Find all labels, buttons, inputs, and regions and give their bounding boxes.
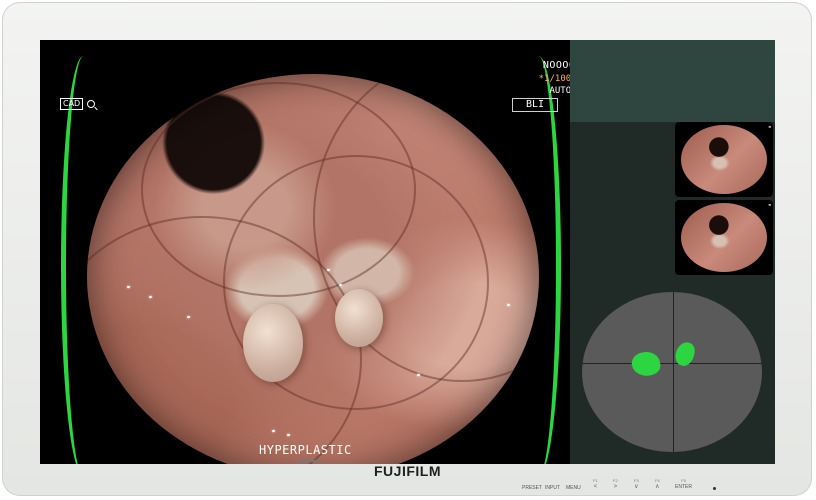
f1-left-button[interactable]: F1 <	[593, 478, 598, 490]
cad-label: CAD	[60, 98, 84, 110]
thumbnail-2[interactable]: ▬	[675, 200, 773, 275]
zoom-icon	[87, 100, 96, 108]
f4-up-button[interactable]: F4 ∧	[655, 478, 660, 490]
thumbnail-info: ▬	[768, 202, 771, 207]
endoscope-view	[61, 56, 590, 464]
diagnosis-underline	[298, 460, 320, 462]
f3-down-button[interactable]: F3 ∨	[634, 478, 639, 490]
cad-indicator: CAD	[60, 98, 96, 110]
f2-right-button[interactable]: F2 >	[613, 478, 618, 490]
endoscopic-image	[87, 74, 539, 464]
light-mode-badge: BLI	[512, 98, 558, 112]
map-crosshair-vertical	[673, 292, 674, 452]
detection-position-map	[582, 292, 762, 452]
cad-diagnosis-label: HYPERPLASTIC	[259, 443, 352, 457]
polyp-2	[335, 289, 383, 347]
polyp-1	[243, 304, 303, 382]
detection-blob-1	[629, 349, 663, 379]
input-button[interactable]: INPUT	[545, 485, 560, 491]
right-panel: ▬ ▬	[570, 40, 775, 464]
preset-button[interactable]: PRESET	[522, 485, 542, 491]
map-crosshair-horizontal	[582, 363, 762, 364]
cad-detection-bracket-right	[516, 56, 561, 464]
enter-button[interactable]: F5 ENTER	[675, 478, 692, 490]
thumbnail-image	[681, 203, 767, 272]
menu-button[interactable]: MENU	[566, 485, 581, 491]
thumbnail-info: ▬	[768, 124, 771, 129]
power-led	[713, 487, 716, 490]
panel-header-area	[570, 40, 775, 122]
thumbnail-1[interactable]: ▬	[675, 122, 773, 197]
endoscope-display: CAD NOOOOF *1/100 ⊛ AUTO ⊛ BLI HYPERPLAS…	[40, 40, 775, 464]
cad-detection-bracket-left	[61, 56, 106, 464]
thumbnail-image	[681, 125, 767, 194]
brand-logo: FUJIFILM	[374, 463, 441, 479]
